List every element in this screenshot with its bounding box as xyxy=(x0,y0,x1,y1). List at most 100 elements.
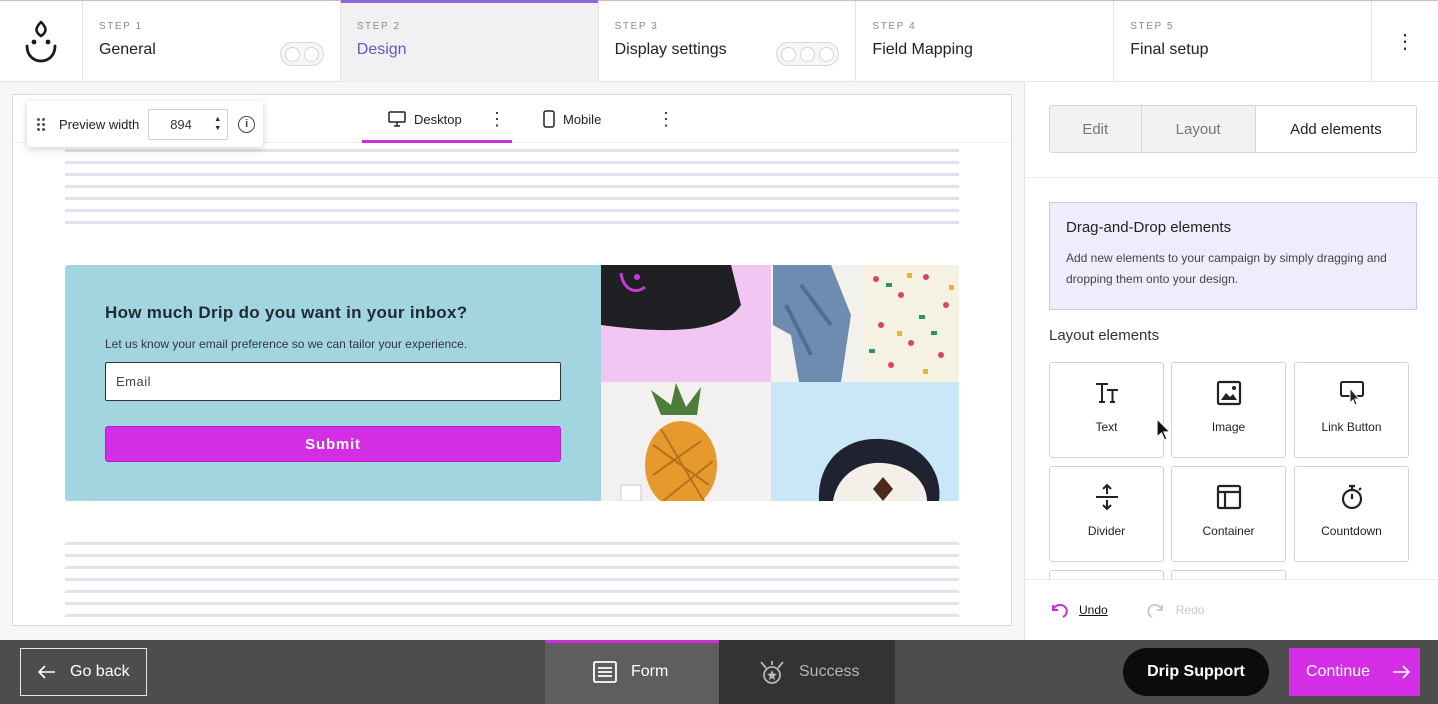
step-field-mapping[interactable]: STEP 4 Field Mapping xyxy=(856,1,1115,82)
tile-container[interactable]: Container xyxy=(1171,466,1286,562)
mobile-options-kebab-icon[interactable]: ⋮ xyxy=(657,109,675,130)
tile-more[interactable] xyxy=(1049,570,1164,579)
design-canvas: Desktop ⋮ Mobile ⋮ Preview width 894 ▲▼ xyxy=(12,94,1012,626)
link-button-icon xyxy=(1339,381,1364,406)
redo-label: Redo xyxy=(1175,603,1205,617)
text-icon xyxy=(1095,383,1118,403)
drag-handle-icon[interactable] xyxy=(37,117,49,131)
step-progress-dots xyxy=(776,42,840,66)
form-content: How much Drip do you want in your inbox?… xyxy=(105,303,561,462)
signup-form-block[interactable]: How much Drip do you want in your inbox?… xyxy=(65,265,959,501)
email-field[interactable]: Email xyxy=(105,362,561,401)
preview-width-label: Preview width xyxy=(59,116,140,132)
dnd-info-box: Drag-and-Drop elements Add new elements … xyxy=(1049,202,1417,310)
step-number: STEP 2 xyxy=(356,21,401,32)
stepper-arrows-icon[interactable]: ▲ ▼ xyxy=(214,115,221,133)
history-bar: Undo Redo xyxy=(1025,579,1438,640)
tile-image[interactable]: Image xyxy=(1171,362,1286,458)
tab-add-elements[interactable]: Add elements xyxy=(1255,106,1416,152)
desktop-options-kebab-icon[interactable]: ⋮ xyxy=(488,109,506,130)
continue-button[interactable]: Continue xyxy=(1289,648,1420,696)
tab-success[interactable]: Success xyxy=(719,640,895,704)
panel-tabs: Edit Layout Add elements xyxy=(1049,105,1417,153)
tab-form[interactable]: Form xyxy=(545,640,719,704)
tile-countdown[interactable]: Countdown xyxy=(1294,466,1409,562)
tab-desktop-label: Desktop xyxy=(414,111,462,127)
step-title: Final setup xyxy=(1130,41,1209,58)
tab-desktop[interactable]: Desktop ⋮ xyxy=(362,95,512,143)
drip-logo-icon xyxy=(25,20,57,62)
step-progress-dots xyxy=(279,42,324,66)
undo-label: Undo xyxy=(1079,603,1108,617)
tab-form-label: Form xyxy=(631,663,669,680)
step-title: Design xyxy=(356,41,407,58)
dnd-description: Add new elements to your campaign by sim… xyxy=(1066,251,1387,286)
more-menu-button[interactable]: ⋮ xyxy=(1372,1,1438,82)
phone-icon xyxy=(543,110,555,128)
preview-width-input[interactable]: 894 ▲ ▼ xyxy=(148,108,229,140)
undo-icon xyxy=(1052,603,1068,618)
form-image-collage[interactable] xyxy=(601,265,959,501)
placeholder-lines-top xyxy=(65,149,959,233)
step-number: STEP 4 xyxy=(872,21,917,32)
tab-edit[interactable]: Edit xyxy=(1050,106,1142,152)
tile-countdown-label: Countdown xyxy=(1321,524,1382,538)
form-icon xyxy=(593,661,617,683)
tile-more[interactable] xyxy=(1171,570,1286,579)
kebab-icon: ⋮ xyxy=(1395,31,1416,53)
right-panel: Edit Layout Add elements Drag-and-Drop e… xyxy=(1024,82,1438,640)
redo-icon xyxy=(1146,603,1163,618)
preview-width-control: Preview width 894 ▲ ▼ i xyxy=(27,101,263,147)
success-icon xyxy=(760,661,784,684)
form-subtitle[interactable]: Let us know your email preference so we … xyxy=(105,337,561,351)
drip-support-button[interactable]: Drip Support xyxy=(1123,648,1269,696)
preview-width-value: 894 xyxy=(170,116,192,132)
tab-mobile[interactable]: Mobile ⋮ xyxy=(543,95,683,143)
monitor-icon xyxy=(388,111,406,127)
tile-link-button-label: Link Button xyxy=(1321,420,1382,434)
step-design[interactable]: STEP 2 Design xyxy=(340,0,599,82)
continue-label: Continue xyxy=(1306,663,1371,680)
app: STEP 1 General STEP 2 Design STEP 3 Disp… xyxy=(0,0,1438,704)
form-title[interactable]: How much Drip do you want in your inbox? xyxy=(105,303,561,323)
undo-button[interactable]: Undo xyxy=(1049,601,1108,619)
steps-bar: STEP 1 General STEP 2 Design STEP 3 Disp… xyxy=(0,0,1438,82)
dnd-title: Drag-and-Drop elements xyxy=(1066,219,1232,236)
tile-text-label: Text xyxy=(1095,420,1118,434)
redo-button[interactable]: Redo xyxy=(1146,601,1205,619)
tile-container-label: Container xyxy=(1202,524,1255,538)
step-title: Field Mapping xyxy=(872,41,973,58)
step-final-setup[interactable]: STEP 5 Final setup xyxy=(1114,1,1373,82)
arrow-right-icon xyxy=(1393,665,1411,679)
divider xyxy=(1025,177,1438,178)
step-display-settings[interactable]: STEP 3 Display settings xyxy=(599,1,857,82)
tile-divider-label: Divider xyxy=(1087,524,1126,538)
tile-divider[interactable]: Divider xyxy=(1049,466,1164,562)
tile-link-button[interactable]: Link Button xyxy=(1294,362,1409,458)
tab-mobile-label: Mobile xyxy=(563,111,602,127)
mouse-cursor-icon xyxy=(1156,418,1172,441)
go-back-button[interactable]: Go back xyxy=(20,648,147,696)
info-icon[interactable]: i xyxy=(238,115,256,133)
step-number: STEP 1 xyxy=(98,21,143,32)
image-icon xyxy=(1216,380,1241,406)
tab-layout[interactable]: Layout xyxy=(1141,106,1256,152)
divider-icon xyxy=(1095,483,1118,511)
step-number: STEP 5 xyxy=(1130,21,1175,32)
container-icon xyxy=(1216,484,1241,510)
tile-image-label: Image xyxy=(1211,420,1246,434)
layout-elements-heading: Layout elements xyxy=(1049,327,1160,344)
canvas-area: Desktop ⋮ Mobile ⋮ Preview width 894 ▲▼ xyxy=(0,82,1024,640)
layout-elements-grid: Text Image Link Button Divider Container… xyxy=(1049,362,1417,579)
step-number: STEP 3 xyxy=(614,21,659,32)
tab-success-label: Success xyxy=(799,663,860,680)
drip-logo[interactable] xyxy=(0,1,83,82)
go-back-label: Go back xyxy=(70,663,130,680)
tile-text[interactable]: Text xyxy=(1049,362,1164,458)
submit-button[interactable]: Submit xyxy=(105,426,561,462)
bottom-bar: Go back Form Success Drip Support Contin… xyxy=(0,640,1438,704)
placeholder-lines-bottom xyxy=(65,542,959,626)
arrow-left-icon xyxy=(38,665,55,679)
countdown-icon xyxy=(1341,484,1362,510)
step-general[interactable]: STEP 1 General xyxy=(83,1,341,82)
